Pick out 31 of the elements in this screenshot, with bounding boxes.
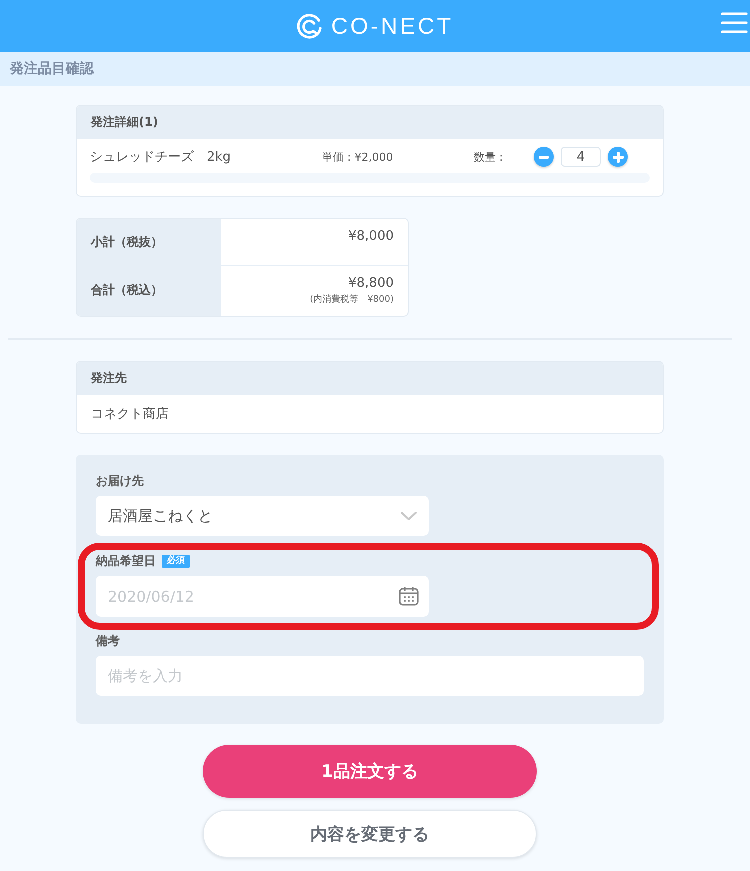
quantity-label: 数量 : xyxy=(474,150,504,164)
field-label: 備考 xyxy=(96,632,120,650)
edit-button[interactable]: 内容を変更する xyxy=(203,810,537,858)
menu-icon xyxy=(720,12,748,34)
unit-price: 単価 : ¥2,000 xyxy=(322,150,394,164)
decrease-button[interactable] xyxy=(534,147,554,167)
total-value: ¥8,000 xyxy=(348,229,394,244)
minus-icon xyxy=(539,156,549,158)
total-label: 小計（税抜） xyxy=(77,219,221,265)
field-label: お届け先 xyxy=(96,472,144,490)
tax-note: (内消費税等 ¥800) xyxy=(310,294,394,306)
quantity-field[interactable]: 4 xyxy=(561,147,601,167)
logo-text: CO-NECT xyxy=(331,12,454,40)
total-label: 合計（税込） xyxy=(77,265,221,316)
plus-icon xyxy=(612,152,624,162)
required-badge: 必須 xyxy=(162,554,190,568)
logo-icon xyxy=(296,12,324,40)
increase-button[interactable] xyxy=(608,147,628,167)
chevron-down-icon xyxy=(401,512,417,520)
card-title: 発注先 xyxy=(91,370,127,387)
supplier-name: コネクト商店 xyxy=(91,406,169,423)
total-value: ¥8,800 xyxy=(348,276,394,291)
delivery-select[interactable]: 居酒屋こねくと xyxy=(96,496,429,536)
order-button[interactable]: 1品注文する xyxy=(203,745,537,798)
calendar-icon xyxy=(399,586,419,606)
field-label: 納品希望日 xyxy=(96,552,156,570)
page-title: 発注品目確認 xyxy=(10,60,94,78)
item-name: シュレッドチーズ 2kg xyxy=(90,149,232,166)
date-field[interactable]: 2020/06/12 xyxy=(96,576,429,617)
remarks-field[interactable]: 備考を入力 xyxy=(96,656,644,696)
card-title: 発注詳細(1) xyxy=(91,114,158,131)
